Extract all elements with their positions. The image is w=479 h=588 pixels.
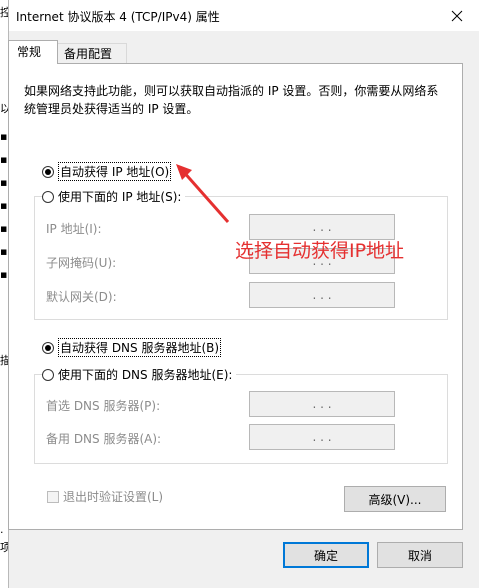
default-gateway-input[interactable]: . . . (249, 282, 395, 308)
close-button[interactable] (434, 0, 479, 31)
alternate-dns-value: . . . (312, 430, 332, 444)
dns-auto-radio[interactable] (42, 341, 54, 354)
ip-address-label: IP 地址(I): (46, 222, 102, 236)
preferred-dns-input[interactable]: . . . (249, 391, 395, 417)
ip-auto-radio[interactable] (42, 165, 54, 178)
validate-label: 退出时验证设置(L) (63, 490, 164, 504)
window-title: Internet 协议版本 4 (TCP/IPv4) 属性 (16, 10, 220, 24)
dns-auto-label: 自动获得 DNS 服务器地址(B) (58, 338, 222, 357)
advanced-button[interactable]: 高级(V)... (344, 486, 446, 512)
annotation-text: 选择自动获得IP地址 (235, 240, 405, 262)
dns-manual-option[interactable]: 使用下面的 DNS 服务器地址(E): (42, 366, 237, 383)
ok-button[interactable]: 确定 (283, 542, 369, 568)
red-arrow-icon (176, 164, 230, 223)
ip-auto-label: 自动获得 IP 地址(O) (58, 162, 172, 181)
description-text: 如果网络支持此功能，则可以获取自动指派的 IP 设置。否则，你需要从网络系统管理… (24, 84, 439, 116)
validate-checkbox[interactable] (47, 490, 59, 503)
preferred-dns-label: 首选 DNS 服务器(P): (46, 399, 161, 413)
default-gateway-label: 默认网关(D): (46, 290, 117, 304)
ip-manual-option[interactable]: 使用下面的 IP 地址(S): (42, 188, 186, 205)
cancel-button[interactable]: 取消 (377, 542, 463, 568)
title-bar: Internet 协议版本 4 (TCP/IPv4) 属性 (9, 0, 479, 31)
preferred-dns-value: . . . (312, 397, 332, 411)
dns-manual-group (34, 374, 448, 464)
validate-on-exit-option[interactable]: 退出时验证设置(L) (47, 488, 163, 505)
dns-manual-label: 使用下面的 DNS 服务器地址(E): (58, 368, 233, 382)
alternate-dns-input[interactable]: . . . (249, 424, 395, 450)
default-gateway-value: . . . (312, 288, 332, 302)
dns-manual-radio[interactable] (42, 368, 54, 381)
ip-address-value: . . . (312, 220, 332, 234)
ip-manual-label: 使用下面的 IP 地址(S): (58, 190, 182, 204)
tab-alternate-config[interactable]: 备用配置 (57, 43, 127, 63)
dns-auto-option[interactable]: 自动获得 DNS 服务器地址(B) (42, 338, 222, 357)
ip-auto-option[interactable]: 自动获得 IP 地址(O) (42, 162, 172, 181)
alternate-dns-label: 备用 DNS 服务器(A): (46, 432, 162, 446)
close-icon (451, 10, 463, 21)
tab-general[interactable]: 常规 (8, 40, 58, 64)
background-window: 控 以 ▪ ▪ ▪ ▪ ▪ ▪ ▪ 描 ·项 (0, 0, 11, 588)
ip-manual-radio[interactable] (42, 190, 54, 203)
subnet-mask-label: 子网掩码(U): (46, 256, 117, 270)
